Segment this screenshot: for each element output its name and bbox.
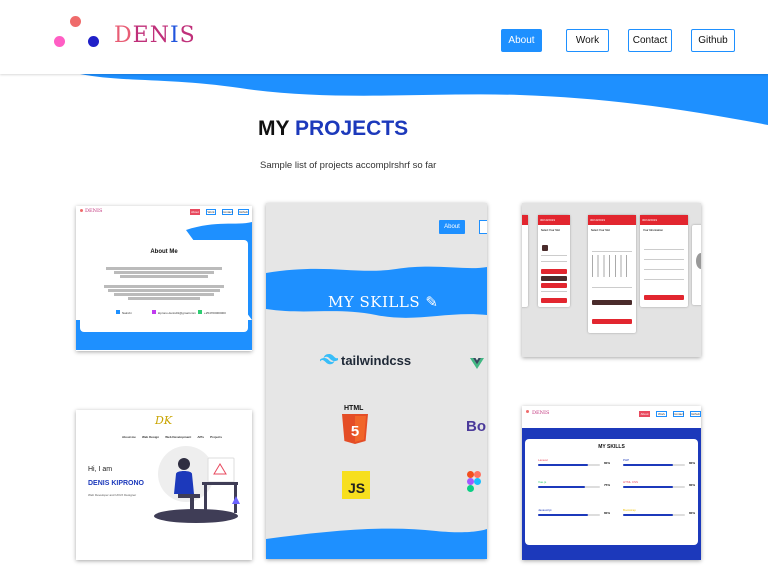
skill-bar-track bbox=[538, 486, 600, 488]
nav-contact-button[interactable]: Contact bbox=[628, 29, 672, 52]
logo-dot-red bbox=[70, 16, 81, 27]
mini-logo-text: DENIS bbox=[532, 410, 550, 416]
mini-nav-about: About bbox=[190, 209, 200, 215]
skill-bar-percent: 80% bbox=[604, 461, 611, 465]
skill-bar-percent: 80% bbox=[689, 511, 696, 515]
skills-bars-title: MY SKILLS bbox=[598, 444, 625, 450]
hero-subtitle: Web Developer and UI/UX Designer bbox=[88, 493, 137, 497]
mini-nav-github: Github bbox=[238, 209, 249, 215]
skill-bar-fill bbox=[538, 486, 585, 488]
portfolio-page: DENIS About Work Contact Github MY PROJE… bbox=[0, 0, 768, 576]
html-label: HTML bbox=[344, 405, 364, 412]
skill-bar-percent: 80% bbox=[689, 483, 696, 487]
about-paragraph-2 bbox=[104, 284, 224, 301]
pen-icon: ✎ bbox=[425, 293, 439, 311]
phone-screen-2: 30/10/2019 Select Your Slot bbox=[538, 215, 570, 307]
about-contact-phone: +254700000000 bbox=[198, 310, 226, 315]
skills-heading: MY SKILLS ✎ bbox=[328, 293, 439, 311]
skill-bar-track bbox=[538, 514, 600, 516]
skill-bar-label: Vue.js bbox=[538, 480, 547, 484]
site-logo[interactable]: DENIS bbox=[52, 16, 195, 52]
about-paragraph-1 bbox=[106, 266, 222, 279]
vue-icon bbox=[470, 358, 484, 369]
tailwind-icon bbox=[320, 354, 338, 365]
mini-nav-about: About bbox=[639, 411, 650, 417]
skills-panel bbox=[525, 439, 698, 545]
mini-nav-github: Github bbox=[690, 411, 701, 417]
skill-bar-label: HTML CSS bbox=[623, 480, 639, 484]
mini-nav-contact: Contact bbox=[222, 209, 233, 215]
mini-logo-dot bbox=[526, 410, 529, 413]
mini-nav-work: Work bbox=[206, 209, 216, 215]
skills-nav-about: About bbox=[439, 220, 465, 234]
skill-bar-fill bbox=[623, 514, 673, 516]
skill-bar-label: Bootstrap bbox=[623, 508, 636, 512]
project-card-about[interactable]: DENIS About Work Contact Github About Me… bbox=[76, 206, 252, 351]
html5-icon: 5 bbox=[342, 414, 368, 444]
skill-bar-percent: 80% bbox=[604, 511, 611, 515]
hero-greeting: Hi, I am bbox=[88, 466, 113, 473]
skill-bar-label: PHP bbox=[623, 458, 630, 462]
kiprono-nav: About me Web Design Web Development APIs Pro… bbox=[122, 435, 222, 439]
nav-about-button[interactable]: About bbox=[501, 29, 542, 52]
nav-work-button[interactable]: Work bbox=[566, 29, 609, 52]
skill-bar-label: Javascript bbox=[538, 508, 552, 512]
project-card-kiprono[interactable]: DK About me Web Design Web Development APIs… bbox=[76, 410, 252, 560]
skill-bar-percent: 80% bbox=[689, 461, 696, 465]
mini-logo-dot bbox=[80, 209, 83, 212]
logo-dot-pink bbox=[54, 36, 65, 47]
logo-text: DENIS bbox=[114, 23, 196, 48]
skill-bar-fill bbox=[623, 486, 673, 488]
about-contact-location: Nairobi bbox=[116, 310, 132, 315]
figma-icon bbox=[467, 471, 481, 492]
js-icon: JS bbox=[342, 471, 370, 499]
skill-bar-track bbox=[623, 464, 685, 466]
svg-text:5: 5 bbox=[351, 423, 359, 440]
dk-monogram: DK bbox=[155, 414, 173, 427]
logo-dot-blue bbox=[88, 36, 99, 47]
skill-bar-track bbox=[623, 486, 685, 488]
section-title: MY PROJECTS bbox=[258, 117, 409, 140]
phone-screen-3: 30/10/2019 Select Your Slot bbox=[588, 215, 636, 333]
skill-bar-fill bbox=[623, 464, 673, 466]
developer-illustration bbox=[154, 446, 240, 523]
calendar-grid bbox=[592, 255, 632, 277]
skill-bar-label: Laravel bbox=[538, 458, 548, 462]
skill-bar-track bbox=[623, 514, 685, 516]
site-header: DENIS About Work Contact Github bbox=[0, 0, 768, 74]
skills-nav-next bbox=[479, 220, 487, 234]
mini-nav-work: Work bbox=[656, 411, 667, 417]
section-subtitle: Sample list of projects accomplrshrf so … bbox=[260, 160, 437, 171]
about-heading: About Me bbox=[150, 249, 178, 255]
phone-screen-5 bbox=[692, 225, 701, 305]
bootstrap-label-partial: Bo bbox=[466, 418, 486, 435]
tailwind-label: tailwindcss bbox=[341, 353, 412, 368]
skill-bar-fill bbox=[538, 464, 588, 466]
project-card-booking-app[interactable]: 30/10/2019 Select Your Slot 30/10/2019 S… bbox=[522, 203, 701, 357]
mini-nav-contact: Contact bbox=[673, 411, 684, 417]
skill-bar-fill bbox=[538, 514, 588, 516]
hero-name: DENIS KIPRONO bbox=[88, 480, 145, 487]
skill-bar-track bbox=[538, 464, 600, 466]
skill-bar-percent: 75% bbox=[604, 483, 611, 487]
about-contact-email: kiprono.denis01@gmail.com bbox=[152, 310, 196, 315]
phone-screen-4: 30/10/2019 Your Information bbox=[640, 215, 688, 307]
project-card-skill-bars[interactable]: DENIS About Work Contact Github MY SKILL… bbox=[522, 406, 701, 560]
project-card-skills[interactable]: About MY SKILLS ✎ tailwindcss HTML 5 Bo … bbox=[266, 203, 487, 559]
phone-screen-1 bbox=[522, 215, 528, 307]
nav-github-button[interactable]: Github bbox=[691, 29, 735, 52]
mini-logo-text: DENIS bbox=[85, 208, 103, 214]
